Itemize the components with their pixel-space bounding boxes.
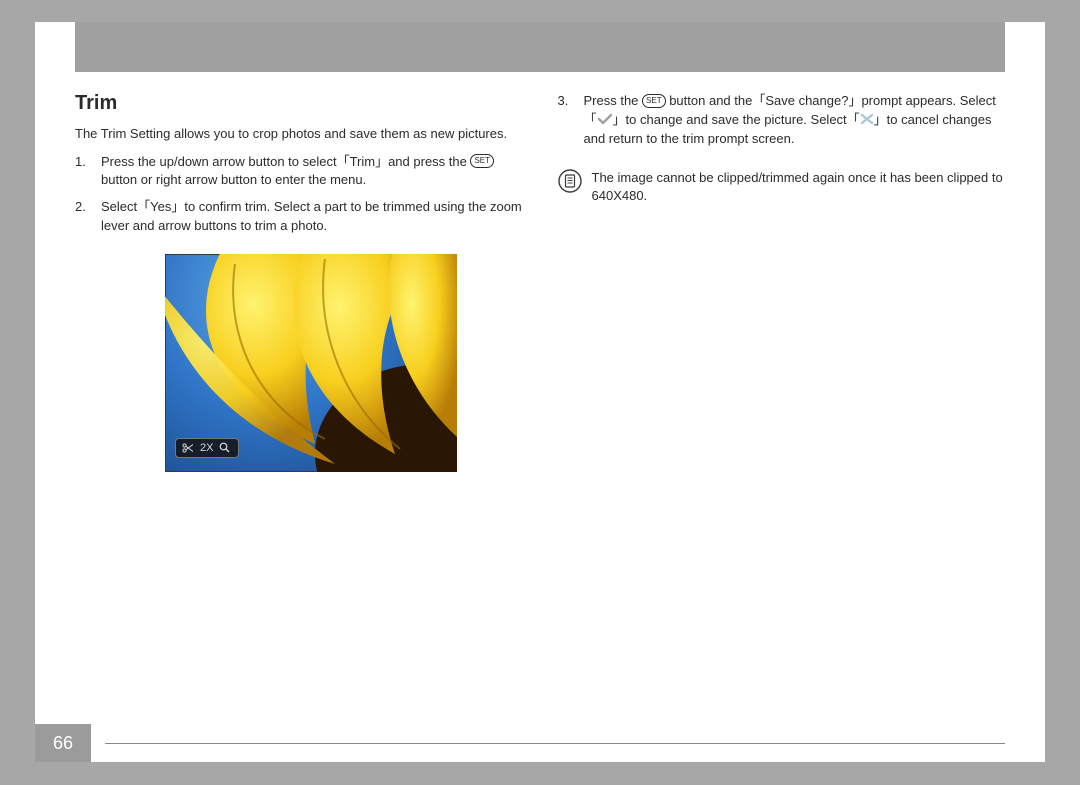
content-columns: Trim The Trim Setting allows you to crop… (35, 72, 1045, 472)
note-icon (558, 169, 582, 193)
step-text-post: button or right arrow button to enter th… (101, 172, 366, 187)
scissors-icon (182, 443, 194, 453)
manual-page: Trim The Trim Setting allows you to crop… (35, 22, 1045, 762)
steps-right: 3. Press the SET button and the「Save cha… (558, 92, 1006, 149)
page-footer: 66 (35, 724, 1045, 762)
step3-c: 」to change and save the picture. Select「 (613, 112, 860, 127)
check-icon (597, 113, 613, 125)
section-title: Trim (75, 92, 523, 115)
note-text: The image cannot be clipped/trimmed agai… (592, 169, 1006, 207)
note: The image cannot be clipped/trimmed agai… (558, 169, 1006, 207)
step-number: 2. (75, 198, 86, 217)
zoom-level: 2X (200, 442, 213, 454)
footer-rule (105, 743, 1005, 744)
right-column: 3. Press the SET button and the「Save cha… (558, 92, 1006, 472)
step-1: 1. Press the up/down arrow button to sel… (75, 153, 523, 191)
intro-text: The Trim Setting allows you to crop phot… (75, 125, 523, 143)
left-column: Trim The Trim Setting allows you to crop… (75, 92, 523, 472)
step-3: 3. Press the SET button and the「Save cha… (558, 92, 1006, 149)
steps-left: 1. Press the up/down arrow button to sel… (75, 153, 523, 236)
set-button-icon: SET (642, 94, 666, 108)
magnifier-icon (219, 442, 230, 453)
step-number: 1. (75, 153, 86, 172)
zoom-indicator: 2X (175, 438, 239, 458)
step-number: 3. (558, 92, 569, 111)
camera-preview: 2X (165, 254, 457, 472)
step-text-pre: Select「Yes」to confirm trim. Select a par… (101, 199, 522, 233)
step3-a: Press the (584, 93, 643, 108)
step-text-pre: Press the up/down arrow button to select… (101, 154, 470, 169)
cross-icon (860, 113, 874, 125)
set-button-icon: SET (470, 154, 494, 168)
step-2: 2. Select「Yes」to confirm trim. Select a … (75, 198, 523, 236)
page-number: 66 (35, 724, 91, 762)
header-bar (75, 22, 1005, 72)
